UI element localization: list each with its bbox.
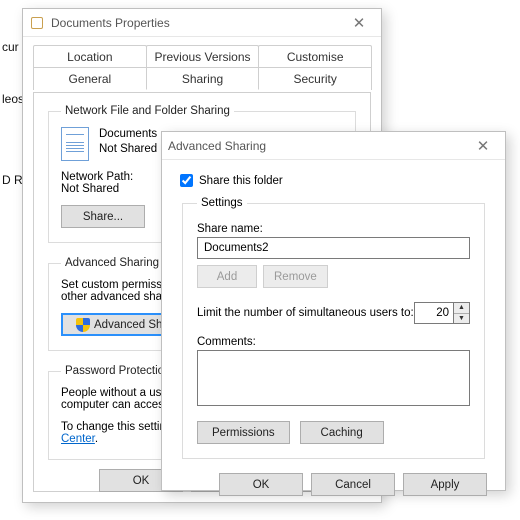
caching-button[interactable]: Caching: [300, 421, 384, 444]
share-name-label: Share name:: [197, 223, 470, 235]
group-legend: Advanced Sharing: [61, 257, 163, 269]
tab-general[interactable]: General: [33, 67, 147, 90]
folder-icon: [29, 15, 45, 31]
remove-button[interactable]: Remove: [263, 265, 328, 288]
ok-button[interactable]: OK: [219, 473, 303, 496]
apply-button[interactable]: Apply: [403, 473, 487, 496]
shield-icon: [76, 318, 90, 332]
share-folder-label: Share this folder: [199, 175, 283, 187]
limit-spinner[interactable]: ▲ ▼: [414, 302, 470, 324]
group-legend: Settings: [197, 197, 247, 209]
share-folder-checkbox-row[interactable]: Share this folder: [180, 174, 487, 187]
tab-security[interactable]: Security: [258, 67, 372, 90]
share-status: Not Shared: [99, 142, 157, 157]
advanced-sharing-dialog: Advanced Sharing ✕ Share this folder Set…: [161, 131, 506, 491]
tab-previous-versions[interactable]: Previous Versions: [146, 45, 260, 68]
share-folder-checkbox[interactable]: [180, 174, 193, 187]
share-button[interactable]: Share...: [61, 205, 145, 228]
tab-customise[interactable]: Customise: [258, 45, 372, 68]
tab-sharing[interactable]: Sharing: [146, 67, 260, 90]
limit-label: Limit the number of simultaneous users t…: [197, 307, 414, 319]
settings-group: Settings Share name: Add Remove Limit th…: [182, 197, 485, 459]
tab-location[interactable]: Location: [33, 45, 147, 68]
add-button[interactable]: Add: [197, 265, 257, 288]
bg-fragment: cur: [0, 40, 19, 54]
group-legend: Password Protection: [61, 365, 174, 377]
document-icon: [61, 127, 89, 161]
comments-textarea[interactable]: [197, 350, 470, 406]
bg-fragment: D R: [0, 173, 23, 187]
share-name-input[interactable]: [198, 238, 469, 258]
bg-fragment: leos: [0, 92, 24, 106]
window-title: Advanced Sharing: [168, 139, 467, 153]
close-icon[interactable]: ✕: [467, 137, 499, 155]
limit-input[interactable]: [415, 303, 453, 323]
group-legend: Network File and Folder Sharing: [61, 105, 234, 117]
spin-down-icon[interactable]: ▼: [454, 314, 469, 324]
close-icon[interactable]: ✕: [343, 14, 375, 32]
share-name-combo[interactable]: [197, 237, 470, 259]
window-title: Documents Properties: [51, 16, 343, 30]
share-object-name: Documents: [99, 127, 157, 142]
permissions-button[interactable]: Permissions: [197, 421, 290, 444]
titlebar[interactable]: Advanced Sharing ✕: [162, 132, 505, 160]
titlebar[interactable]: Documents Properties ✕: [23, 9, 381, 37]
comments-label: Comments:: [197, 336, 470, 348]
cancel-button[interactable]: Cancel: [311, 473, 395, 496]
spin-up-icon[interactable]: ▲: [454, 303, 469, 314]
